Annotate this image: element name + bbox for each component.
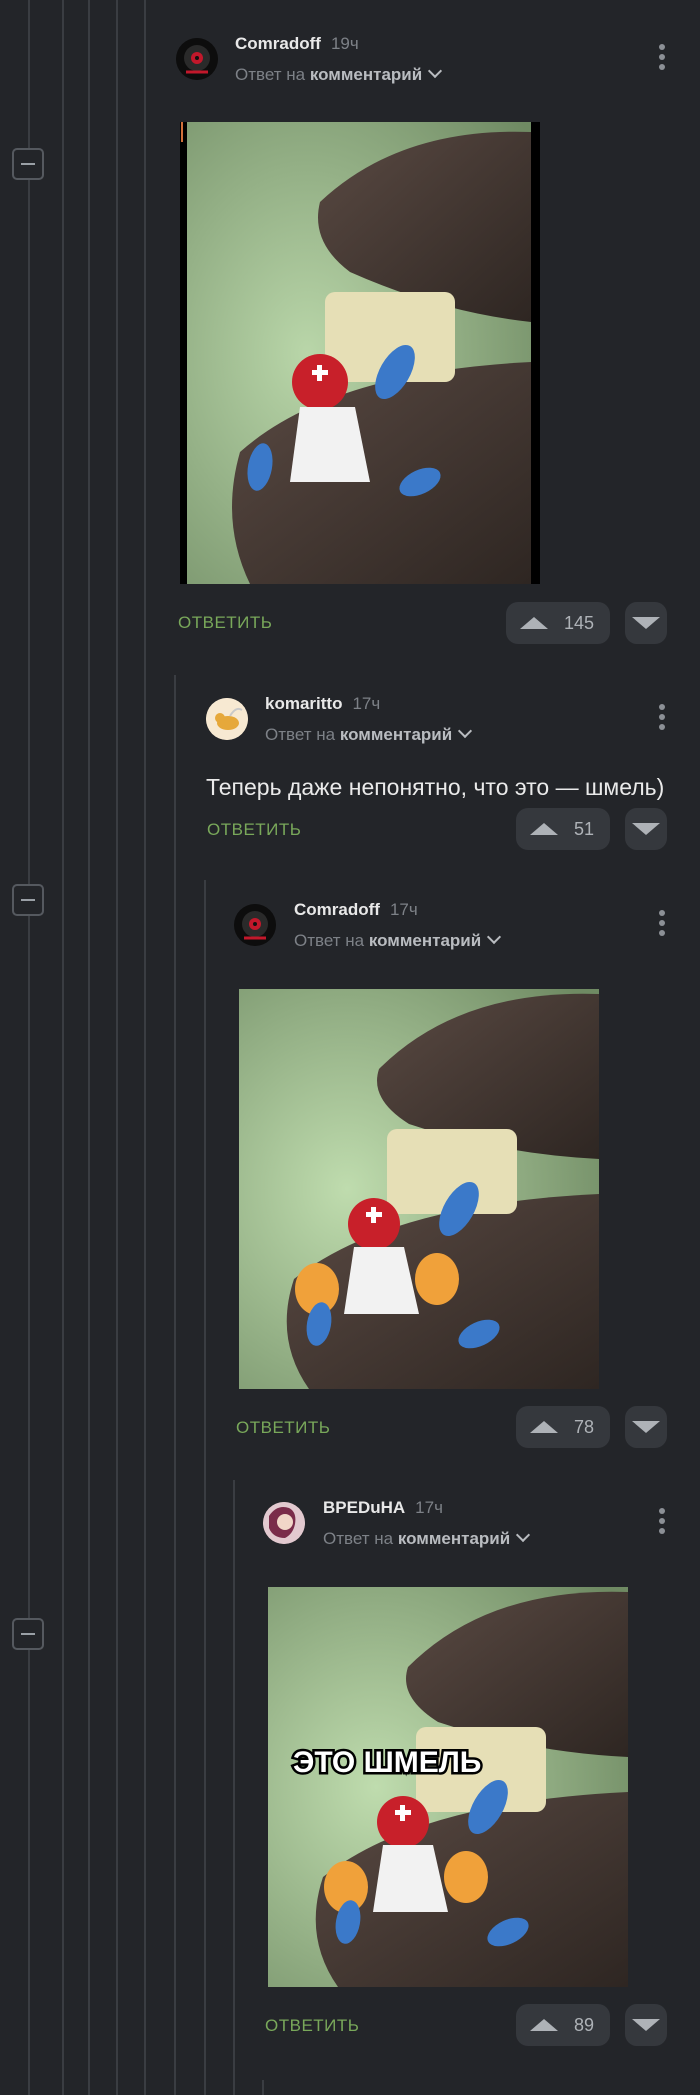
chevron-down-icon <box>458 723 473 739</box>
upvote-button[interactable]: 145 <box>506 602 610 644</box>
more-options-icon[interactable] <box>659 1508 665 1538</box>
arrow-up-icon <box>530 1421 558 1433</box>
meme-caption: ЭТО ШМЕЛЬ <box>293 1746 481 1779</box>
reply-to-prefix: Ответ на <box>235 65 306 84</box>
reply-button[interactable]: ОТВЕТИТЬ <box>178 613 272 633</box>
more-options-icon[interactable] <box>659 44 665 74</box>
arrow-down-icon <box>632 617 660 629</box>
record-icon <box>234 904 276 946</box>
reply-to-link[interactable]: Ответ на комментарий <box>294 929 502 951</box>
comment-text: Теперь даже непонятно, что это — шмель) <box>206 774 665 800</box>
avatar[interactable] <box>176 38 218 80</box>
author-name[interactable]: BPEDuHA 17ч <box>323 1498 443 1518</box>
reply-to-target[interactable]: комментарий <box>310 65 422 84</box>
reply-button[interactable]: ОТВЕТИТЬ <box>207 820 301 840</box>
author-label[interactable]: BPEDuHA <box>323 1498 405 1517</box>
arrow-up-icon <box>530 823 558 835</box>
vote-count: 78 <box>574 1416 595 1437</box>
upvote-button[interactable]: 89 <box>516 2004 610 2046</box>
more-options-icon[interactable] <box>659 910 665 940</box>
reply-to-target[interactable]: комментарий <box>340 725 452 744</box>
upvote-button[interactable]: 78 <box>516 1406 610 1448</box>
timestamp: 17ч <box>352 694 381 713</box>
arrow-down-icon <box>632 1421 660 1433</box>
vote-count: 89 <box>574 2014 595 2035</box>
reply-to-link[interactable]: Ответ на комментарий <box>323 1527 531 1549</box>
chevron-down-icon <box>428 63 443 79</box>
thread-line <box>28 0 30 2095</box>
vote-count: 51 <box>574 818 595 839</box>
comment-image[interactable] <box>180 122 540 584</box>
thread-line <box>262 2080 264 2095</box>
arrow-down-icon <box>632 2019 660 2031</box>
timestamp: 17ч <box>415 1498 443 1517</box>
bumblebee-meme-image: ЭТО ШМЕЛЬ <box>268 1587 628 1987</box>
timestamp: 17ч <box>389 900 418 919</box>
thread-line <box>116 0 118 2095</box>
user-photo-avatar <box>263 1502 305 1544</box>
reply-button[interactable]: ОТВЕТИТЬ <box>265 2016 359 2036</box>
author-label[interactable]: komaritto <box>265 694 342 713</box>
reply-to-prefix: Ответ на <box>294 931 365 950</box>
reply-to-prefix: Ответ на <box>323 1529 394 1548</box>
reply-to-target[interactable]: комментарий <box>398 1529 510 1548</box>
downvote-button[interactable] <box>625 1406 667 1448</box>
avatar[interactable] <box>263 1502 305 1544</box>
author-name[interactable]: komaritto 17ч <box>265 694 380 714</box>
thread-line <box>62 0 64 2095</box>
minus-icon <box>21 163 35 165</box>
author-label[interactable]: Comradoff <box>235 34 321 53</box>
arrow-up-icon <box>530 2019 558 2031</box>
comment-image[interactable] <box>239 989 599 1389</box>
thread-line <box>204 880 206 2095</box>
avatar[interactable] <box>206 698 248 740</box>
chevron-down-icon <box>487 929 502 945</box>
reply-to-target[interactable]: комментарий <box>369 931 481 950</box>
record-icon <box>176 38 218 80</box>
author-name[interactable]: Comradoff 17ч <box>294 900 418 920</box>
thread-line <box>88 0 90 2095</box>
vote-count: 145 <box>564 612 595 633</box>
bumblebee-honey-image <box>239 989 599 1389</box>
minus-icon <box>21 899 35 901</box>
collapse-thread-button[interactable] <box>12 148 44 180</box>
author-label[interactable]: Comradoff <box>294 900 380 919</box>
timestamp: 19ч <box>330 34 359 53</box>
reply-to-link[interactable]: Ответ на комментарий <box>235 63 443 85</box>
upvote-button[interactable]: 51 <box>516 808 610 850</box>
chevron-down-icon <box>516 1527 531 1543</box>
collapse-thread-button[interactable] <box>12 1618 44 1650</box>
author-name[interactable]: Comradoff 19ч <box>235 34 359 54</box>
downvote-button[interactable] <box>625 602 667 644</box>
arrow-up-icon <box>520 617 548 629</box>
avatar[interactable] <box>234 904 276 946</box>
comment-image[interactable]: ЭТО ШМЕЛЬ <box>268 1587 628 1987</box>
bumblebee-image <box>180 122 540 584</box>
thread-line <box>144 0 146 2095</box>
downvote-button[interactable] <box>625 2004 667 2046</box>
reply-to-prefix: Ответ на <box>265 725 336 744</box>
collapse-thread-button[interactable] <box>12 884 44 916</box>
thread-line <box>233 1480 235 2095</box>
reply-to-link[interactable]: Ответ на комментарий <box>265 723 473 745</box>
more-options-icon[interactable] <box>659 704 665 734</box>
arrow-down-icon <box>632 823 660 835</box>
mosquito-avatar-icon <box>206 698 248 740</box>
reply-button[interactable]: ОТВЕТИТЬ <box>236 1418 330 1438</box>
minus-icon <box>21 1633 35 1635</box>
downvote-button[interactable] <box>625 808 667 850</box>
thread-line <box>174 675 176 2095</box>
